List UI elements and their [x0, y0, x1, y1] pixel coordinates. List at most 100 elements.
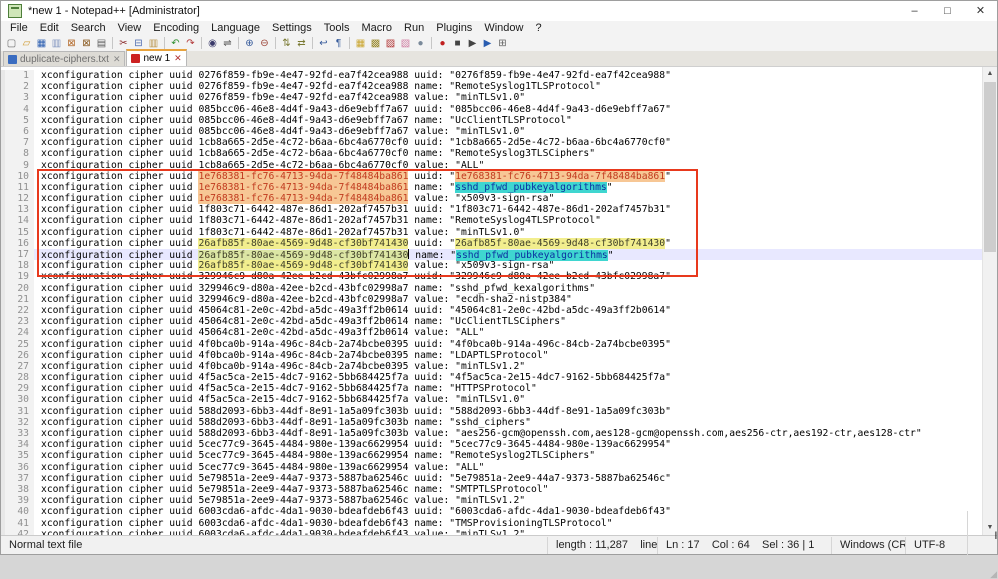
menu-item-view[interactable]: View: [112, 21, 148, 35]
zoom-out-icon[interactable]: ⊖: [258, 37, 271, 50]
tab-duplicate-ciphers-txt[interactable]: duplicate-ciphers.txt ✕: [3, 51, 126, 66]
editor-line[interactable]: 6 xconfiguration cipher uuid 085bcc06-46e…: [1, 125, 983, 138]
close-icon[interactable]: ⊠: [65, 37, 78, 50]
text-editor[interactable]: 1 xconfiguration cipher uuid 0276f859-fb9…: [1, 67, 997, 535]
editor-line[interactable]: 19 xconfiguration cipher uuid 329946c9-d8…: [1, 271, 983, 283]
editor-line[interactable]: 24 xconfiguration cipher uuid 45064c81-2e…: [1, 327, 983, 339]
editor-line[interactable]: 38 xconfiguration cipher uuid 5e79851a-2e…: [1, 483, 983, 496]
editor-line[interactable]: 42 xconfiguration cipher uuid 6003cda6-af…: [1, 528, 983, 535]
editor-line[interactable]: 26 xconfiguration cipher uuid 4f0bca0b-91…: [1, 349, 983, 361]
editor-line[interactable]: 21 xconfiguration cipher uuid 329946c9-d8…: [1, 293, 983, 305]
macro-run-multiple-icon[interactable]: ▶: [481, 37, 494, 50]
sync-horizontal-icon[interactable]: ⇄: [295, 37, 308, 50]
minimize-button[interactable]: –: [898, 1, 931, 21]
show-all-chars-icon[interactable]: ¶: [332, 37, 345, 50]
cut-icon[interactable]: ✂: [117, 37, 130, 50]
unsaved-disk-icon: [131, 54, 141, 63]
menu-item-encoding[interactable]: Encoding: [147, 21, 205, 35]
new-file-icon[interactable]: ▢: [5, 37, 18, 50]
editor-line[interactable]: 1 xconfiguration cipher uuid 0276f859-fb9…: [1, 70, 983, 82]
close-button[interactable]: ✕: [964, 1, 997, 21]
find-icon[interactable]: ◉: [206, 37, 219, 50]
replace-icon[interactable]: ⇌: [221, 37, 234, 50]
menu-item-file[interactable]: File: [4, 21, 34, 35]
editor-line[interactable]: 33 xconfiguration cipher uuid 588d2093-6b…: [1, 428, 983, 440]
editor-line[interactable]: 22 xconfiguration cipher uuid 45064c81-2e…: [1, 304, 983, 317]
editor-line[interactable]: 9 xconfiguration cipher uuid 1cb8a665-2d5…: [1, 159, 983, 171]
scrollbar-thumb[interactable]: [984, 82, 996, 252]
editor-line[interactable]: 28 xconfiguration cipher uuid 4f5ac5ca-2e…: [1, 372, 983, 384]
menu-item-macro[interactable]: Macro: [355, 21, 398, 35]
uuid-text: 1f803c71-6442-487e-86d1-202af7457b31: [198, 215, 409, 227]
copy-icon[interactable]: ⊟: [132, 37, 145, 50]
save-all-icon[interactable]: ▥: [50, 37, 63, 50]
editor-line[interactable]: 15 xconfiguration cipher uuid 1f803c71-64…: [1, 226, 983, 238]
vertical-scrollbar[interactable]: ▲ ▼: [982, 67, 997, 535]
save-icon[interactable]: ▦: [35, 37, 48, 50]
word-wrap-icon[interactable]: ↩: [317, 37, 330, 50]
editor-line[interactable]: 14 xconfiguration cipher uuid 1f803c71-64…: [1, 215, 983, 227]
editor-line[interactable]: 35 xconfiguration cipher uuid 5cec77c9-36…: [1, 450, 983, 462]
macro-stop-icon[interactable]: ■: [451, 37, 464, 50]
indent-guide-icon[interactable]: ▦: [354, 37, 367, 50]
scroll-up-arrow[interactable]: ▲: [983, 67, 997, 81]
editor-line[interactable]: 40 xconfiguration cipher uuid 6003cda6-af…: [1, 506, 983, 518]
editor-line[interactable]: 41 xconfiguration cipher uuid 6003cda6-af…: [1, 517, 983, 529]
editor-line[interactable]: 2 xconfiguration cipher uuid 0276f859-fb9…: [1, 81, 983, 93]
open-folder-icon[interactable]: ▱: [20, 37, 33, 50]
paste-icon[interactable]: ▥: [147, 37, 160, 50]
close-all-icon[interactable]: ⊠: [80, 37, 93, 50]
menu-item-window[interactable]: Window: [478, 21, 529, 35]
editor-line[interactable]: 8 xconfiguration cipher uuid 1cb8a665-2d5…: [1, 148, 983, 160]
user-defined-language-icon[interactable]: ▩: [369, 37, 382, 50]
menu-item-settings[interactable]: Settings: [266, 21, 318, 35]
menu-item-search[interactable]: Search: [65, 21, 112, 35]
editor-line[interactable]: 13 xconfiguration cipher uuid 1f803c71-64…: [1, 204, 983, 216]
doc-map-icon[interactable]: ▨: [384, 37, 397, 50]
editor-line[interactable]: 37 xconfiguration cipher uuid 5e79851a-2e…: [1, 472, 983, 484]
editor-line[interactable]: 5 xconfiguration cipher uuid 085bcc06-46e…: [1, 114, 983, 126]
editor-line[interactable]: 3 xconfiguration cipher uuid 0276f859-fb9…: [1, 92, 983, 104]
editor-line[interactable]: 25 xconfiguration cipher uuid 4f0bca0b-91…: [1, 338, 983, 350]
undo-icon[interactable]: ↶: [169, 37, 182, 50]
macro-play-icon[interactable]: ▶: [466, 37, 479, 50]
editor-line[interactable]: 4 xconfiguration cipher uuid 085bcc06-46e…: [1, 103, 983, 115]
editor-line[interactable]: 30 xconfiguration cipher uuid 4f5ac5ca-2e…: [1, 394, 983, 406]
editor-line[interactable]: 32 xconfiguration cipher uuid 588d2093-6b…: [1, 416, 983, 428]
menu-item-edit[interactable]: Edit: [34, 21, 65, 35]
menu-item-plugins[interactable]: Plugins: [430, 21, 478, 35]
editor-line[interactable]: 36 xconfiguration cipher uuid 5cec77c9-36…: [1, 461, 983, 473]
redo-icon[interactable]: ↷: [184, 37, 197, 50]
editor-line[interactable]: 27 xconfiguration cipher uuid 4f0bca0b-91…: [1, 360, 983, 373]
editor-line[interactable]: 29 xconfiguration cipher uuid 4f5ac5ca-2e…: [1, 383, 983, 395]
line-content: xconfiguration cipher uuid 1f803c71-6442…: [34, 215, 983, 226]
menu-item-run[interactable]: Run: [398, 21, 430, 35]
document-monitor-icon[interactable]: ●: [414, 37, 427, 50]
editor-line[interactable]: 18 xconfiguration cipher uuid 26afb85f-80…: [1, 260, 983, 272]
editor-line[interactable]: 12 xconfiguration cipher uuid 1e768381-fc…: [1, 193, 983, 205]
zoom-in-icon[interactable]: ⊕: [243, 37, 256, 50]
editor-line[interactable]: 7 xconfiguration cipher uuid 1cb8a665-2d5…: [1, 137, 983, 149]
editor-line[interactable]: 20 xconfiguration cipher uuid 329946c9-d8…: [1, 282, 983, 294]
editor-line[interactable]: 11 xconfiguration cipher uuid 1e768381-fc…: [1, 181, 983, 194]
editor-line[interactable]: 17 xconfiguration cipher uuid 26afb85f-80…: [1, 249, 983, 261]
editor-line[interactable]: 16 xconfiguration cipher uuid 26afb85f-80…: [1, 237, 983, 249]
print-icon[interactable]: ▤: [95, 37, 108, 50]
macro-save-icon[interactable]: ⊞: [496, 37, 509, 50]
tab-close-icon[interactable]: ✕: [174, 53, 182, 64]
menu-item-[interactable]: ?: [529, 21, 547, 35]
editor-line[interactable]: 34 xconfiguration cipher uuid 5cec77c9-36…: [1, 439, 983, 451]
editor-line[interactable]: 10 xconfiguration cipher uuid 1e768381-fc…: [1, 170, 983, 182]
tab-close-icon[interactable]: ✕: [113, 54, 121, 65]
macro-record-icon[interactable]: ●: [436, 37, 449, 50]
editor-line[interactable]: 23 xconfiguration cipher uuid 45064c81-2e…: [1, 316, 983, 328]
maximize-button[interactable]: □: [931, 1, 964, 21]
menu-item-language[interactable]: Language: [205, 21, 266, 35]
menu-item-tools[interactable]: Tools: [318, 21, 356, 35]
function-list-icon[interactable]: ▧: [399, 37, 412, 50]
editor-line[interactable]: 39 xconfiguration cipher uuid 5e79851a-2e…: [1, 495, 983, 507]
sync-vertical-icon[interactable]: ⇅: [280, 37, 293, 50]
resize-grip[interactable]: ◢: [990, 570, 997, 579]
tab-new-1[interactable]: new 1 ✕: [126, 49, 187, 66]
editor-line[interactable]: 31 xconfiguration cipher uuid 588d2093-6b…: [1, 405, 983, 417]
